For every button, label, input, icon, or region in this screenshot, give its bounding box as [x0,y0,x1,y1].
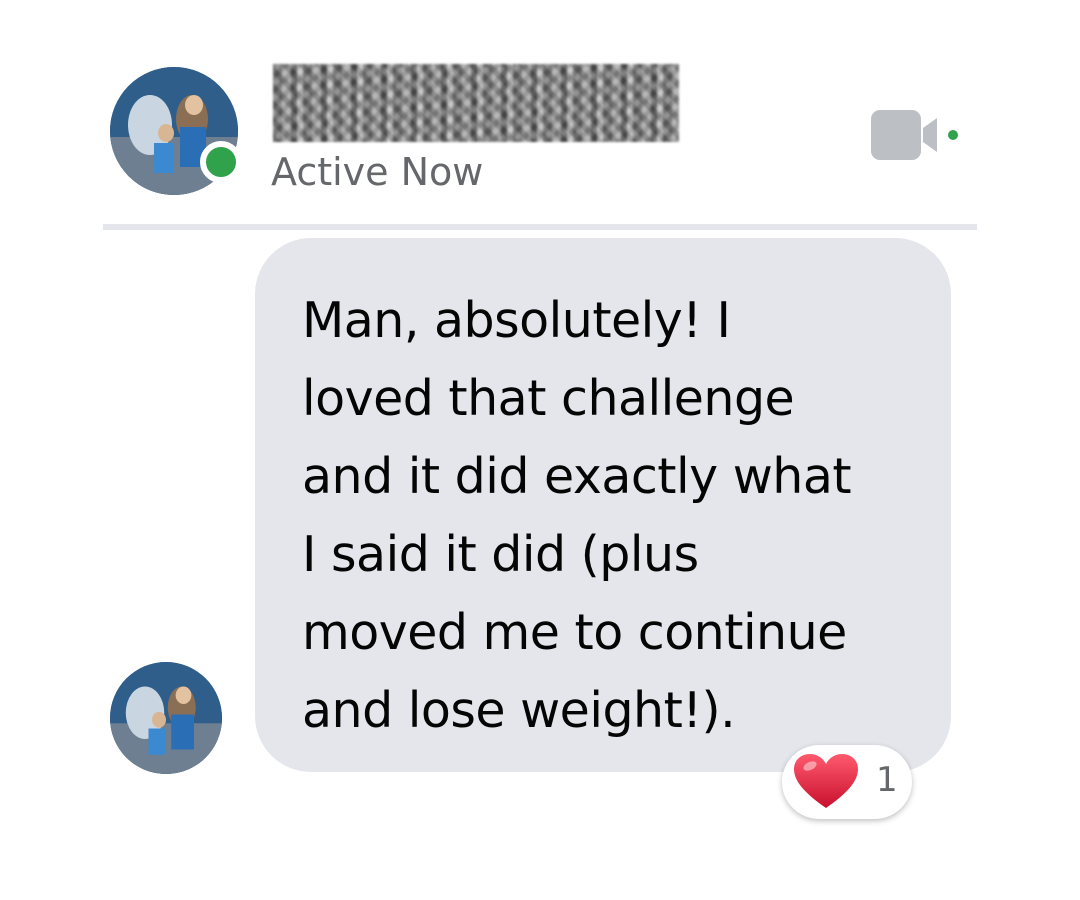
video-call-button[interactable] [869,106,965,166]
contact-name-redacted [273,64,679,142]
sender-avatar[interactable] [110,662,222,774]
online-indicator [200,141,242,183]
video-camera-icon [871,110,958,160]
chat-header: Active Now [103,48,977,226]
reaction-pill[interactable]: 1 [782,745,912,819]
heart-icon [792,752,860,812]
presence-status: Active Now [271,150,484,194]
header-divider [103,224,977,230]
reaction-count: 1 [876,760,898,800]
message-bubble[interactable]: Man, absolutely! I loved that challenge … [255,238,951,772]
message-text: Man, absolutely! I loved that challenge … [302,292,852,739]
